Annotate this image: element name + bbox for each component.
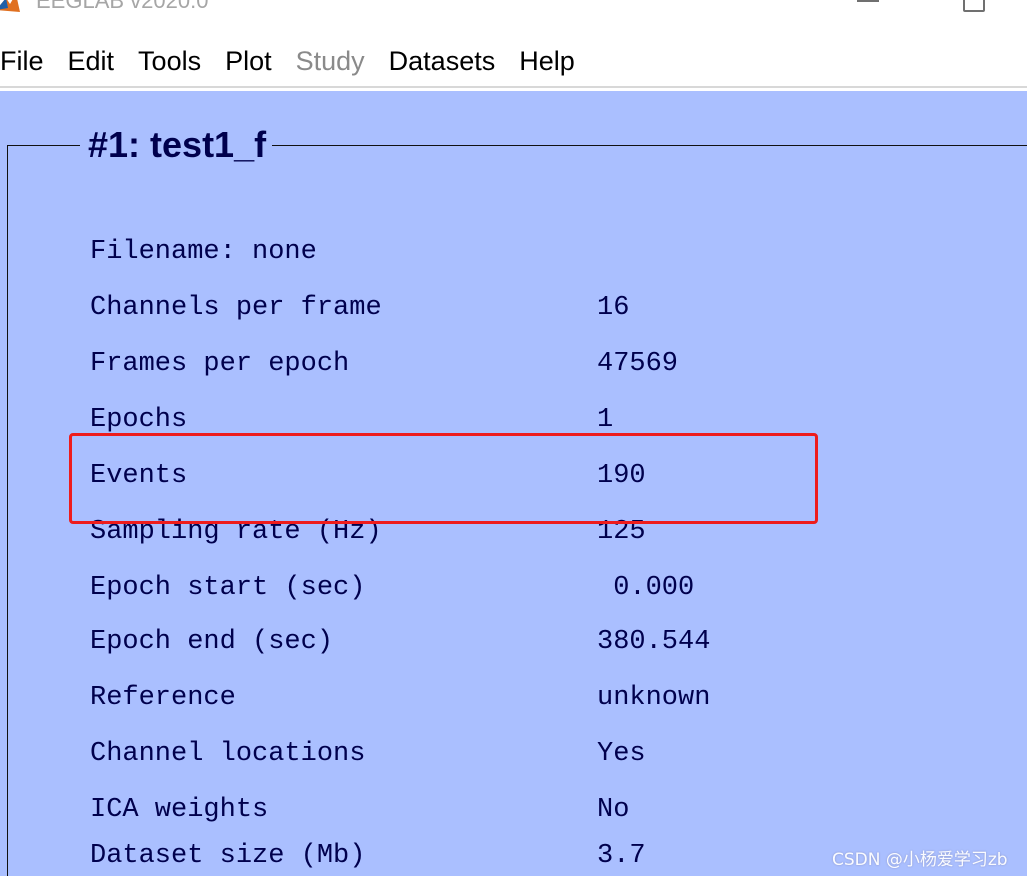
info-row-reference: Reference unknown xyxy=(90,678,850,718)
menu-datasets[interactable]: Datasets xyxy=(377,46,508,77)
info-value: 47569 xyxy=(597,349,679,379)
menu-edit[interactable]: Edit xyxy=(56,46,127,77)
info-label: Epoch end (sec) xyxy=(90,627,334,657)
info-row-ica-weights: ICA weights No xyxy=(90,790,850,830)
menu-separator xyxy=(0,88,1027,91)
dataset-title: #1: test1_f xyxy=(80,124,273,166)
menu-help[interactable]: Help xyxy=(507,46,587,77)
info-value: 380.544 xyxy=(597,627,711,657)
menu-tools[interactable]: Tools xyxy=(126,46,213,77)
info-value: unknown xyxy=(597,683,711,713)
maximize-button[interactable] xyxy=(958,0,990,16)
matlab-app-icon xyxy=(0,0,22,16)
info-row-dataset-size: Dataset size (Mb) 3.7 xyxy=(90,836,850,876)
info-label: Frames per epoch xyxy=(90,349,350,379)
eeglab-window: EEGLAB v2020.0 File Edit Tools Plot Stud… xyxy=(0,0,1027,876)
info-row-frames: Frames per epoch 47569 xyxy=(90,344,850,384)
info-row-epoch-start: Epoch start (sec) 0.000 xyxy=(90,568,850,608)
highlight-annotation-box xyxy=(69,433,818,524)
info-value: 0.000 xyxy=(597,573,695,603)
info-value: 3.7 xyxy=(597,841,646,871)
info-label: Dataset size (Mb) xyxy=(90,841,366,871)
window-title: EEGLAB v2020.0 xyxy=(36,0,209,13)
info-row-channel-locations: Channel locations Yes xyxy=(90,734,850,774)
watermark: CSDN @小杨爱学习zb xyxy=(832,850,1008,870)
minimize-icon xyxy=(857,0,879,2)
info-row-filename: Filename: none xyxy=(90,232,850,272)
menu-study[interactable]: Study xyxy=(284,46,377,77)
menu-plot[interactable]: Plot xyxy=(213,46,284,77)
info-value: Yes xyxy=(597,739,646,769)
maximize-icon xyxy=(963,0,985,12)
info-label: Channel locations xyxy=(90,739,366,769)
title-bar: EEGLAB v2020.0 xyxy=(0,0,1027,36)
info-label: Filename: none xyxy=(90,237,317,267)
info-value: 16 xyxy=(597,293,630,323)
info-label: ICA weights xyxy=(90,795,269,825)
minimize-button[interactable] xyxy=(852,0,884,16)
menu-file[interactable]: File xyxy=(0,46,56,77)
info-label: Epoch start (sec) xyxy=(90,573,366,603)
info-label: Reference xyxy=(90,683,236,713)
info-value: No xyxy=(597,795,630,825)
info-row-epoch-end: Epoch end (sec) 380.544 xyxy=(90,622,850,662)
info-label: Channels per frame xyxy=(90,293,382,323)
menu-bar: File Edit Tools Plot Study Datasets Help xyxy=(0,36,1027,88)
info-row-channels: Channels per frame 16 xyxy=(90,288,850,328)
